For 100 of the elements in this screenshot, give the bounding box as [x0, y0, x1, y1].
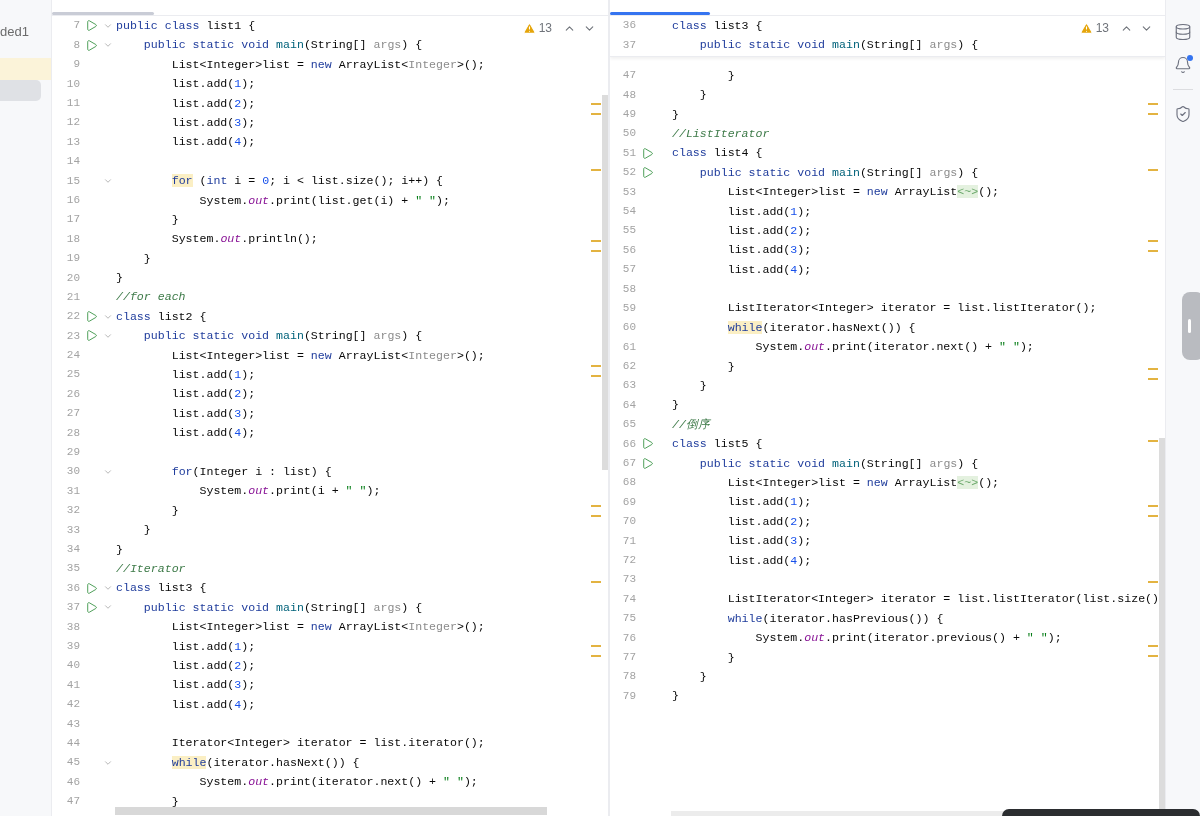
code-line: public static void main(String[] args) {	[698, 37, 979, 54]
code-line: List<Integer>list = new ArrayList<~>();	[726, 474, 1000, 491]
run-icon[interactable]	[84, 38, 98, 52]
warning-marker	[1148, 368, 1158, 370]
line-number: 31	[65, 483, 80, 499]
code-line: for(Integer i : list) {	[170, 464, 332, 480]
run-icon[interactable]	[84, 581, 98, 595]
warning-marker	[591, 581, 601, 583]
code-line: }	[115, 541, 123, 558]
line-number: 69	[621, 494, 636, 510]
code-line: List<Integer>list = new ArrayList<Integer>();	[170, 347, 485, 364]
line-number: 36	[621, 18, 636, 34]
line-number: 66	[621, 436, 636, 452]
line-number: 72	[621, 553, 636, 568]
line-number: 28	[65, 425, 80, 441]
line-number: 74	[621, 591, 636, 607]
code-line: list.add(2);	[726, 222, 812, 239]
line-number: 12	[65, 115, 80, 131]
code-line: list.add(3);	[726, 533, 812, 550]
line-number: 33	[65, 522, 80, 538]
line-number: 10	[65, 76, 80, 92]
code-line: //倒序	[671, 416, 710, 433]
database-icon[interactable]	[1174, 23, 1192, 41]
code-line: //Iterator	[115, 560, 186, 577]
warning-count[interactable]: 13	[1095, 19, 1109, 37]
line-number: 55	[621, 223, 636, 239]
code-line: //for each	[115, 289, 186, 306]
run-icon[interactable]	[640, 437, 654, 451]
code-line: class list4 {	[671, 145, 763, 162]
line-number: 53	[621, 184, 636, 200]
run-icon[interactable]	[84, 310, 98, 324]
warning-marker	[591, 505, 601, 507]
code-line: while(iterator.hasNext()) {	[726, 319, 916, 336]
run-icon[interactable]	[640, 146, 654, 160]
warning-marker	[591, 515, 601, 517]
code-line: list.add(4);	[170, 696, 256, 713]
code-line: public static void main(String[] args) {	[142, 37, 423, 54]
line-number: 45	[65, 755, 80, 771]
run-icon[interactable]	[84, 600, 98, 614]
run-icon[interactable]	[84, 329, 98, 343]
code-line: for (int i = 0; i < list.size(); i++) {	[170, 173, 444, 190]
line-number: 79	[621, 688, 636, 704]
horizontal-scrollbar[interactable]	[115, 807, 547, 815]
code-line: list.add(4);	[726, 261, 812, 278]
line-number: 76	[621, 630, 636, 646]
notifications-icon[interactable]	[1174, 56, 1192, 74]
line-number: 50	[621, 126, 636, 142]
run-icon[interactable]	[640, 456, 654, 470]
code-line: }	[170, 793, 179, 810]
scrollbar-thumb[interactable]	[602, 95, 608, 470]
line-number: 24	[65, 348, 80, 364]
line-number: 14	[65, 154, 80, 170]
warning-marker	[1148, 645, 1158, 647]
resize-handle[interactable]	[1182, 292, 1200, 360]
code-line: list.add(1);	[170, 638, 256, 655]
warning-marker	[1148, 103, 1158, 105]
code-line: List<Integer>list = new ArrayList<~>();	[726, 184, 1000, 201]
code-line: }	[726, 67, 735, 84]
line-number: 29	[65, 445, 80, 461]
code-line: System.out.print(list.get(i) + " ");	[198, 192, 450, 209]
line-number: 27	[65, 406, 80, 422]
line-number: 38	[65, 619, 80, 635]
code-line: list.add(2);	[726, 513, 812, 530]
line-number: 44	[65, 735, 80, 751]
line-number: 21	[65, 289, 80, 305]
code-line: System.out.print(iterator.next() + " ");	[754, 339, 1034, 356]
line-number: 47	[621, 68, 636, 84]
code-line: //ListIterator	[671, 125, 770, 142]
warning-count[interactable]: 13	[538, 19, 552, 37]
line-number: 35	[65, 561, 80, 577]
line-number: 48	[621, 87, 636, 103]
code-line: ListIterator<Integer> iterator = list.listIterator();	[726, 300, 1097, 317]
warning-marker	[591, 113, 601, 115]
line-number: 40	[65, 658, 80, 674]
warning-marker	[1148, 440, 1158, 442]
line-number: 16	[65, 192, 80, 208]
warning-marker	[1148, 515, 1158, 517]
line-number: 71	[621, 533, 636, 549]
line-number: 47	[65, 794, 80, 810]
shield-check-icon[interactable]	[1174, 105, 1192, 123]
code-line: public static void main(String[] args) {	[698, 164, 979, 181]
run-icon[interactable]	[84, 19, 98, 33]
fold-icon[interactable]	[103, 583, 113, 593]
line-number: 46	[65, 774, 80, 790]
code-line: class list2 {	[115, 308, 207, 325]
code-line: }	[142, 250, 151, 267]
line-number: 60	[621, 320, 636, 336]
line-number: 61	[621, 339, 636, 355]
code-line: }	[142, 522, 151, 539]
code-line: list.add(3);	[170, 405, 256, 422]
line-number: 75	[621, 611, 636, 627]
run-icon[interactable]	[640, 165, 654, 179]
code-line: public static void main(String[] args) {	[142, 328, 423, 345]
line-number: 78	[621, 669, 636, 685]
code-line: while(iterator.hasPrevious()) {	[726, 610, 944, 627]
code-line: while(iterator.hasNext()) {	[170, 754, 360, 771]
project-name[interactable]: ded1	[0, 22, 29, 42]
code-line: class list3 {	[115, 580, 207, 597]
code-line: list.add(3);	[170, 677, 256, 694]
code-line: class list3 {	[671, 18, 763, 34]
